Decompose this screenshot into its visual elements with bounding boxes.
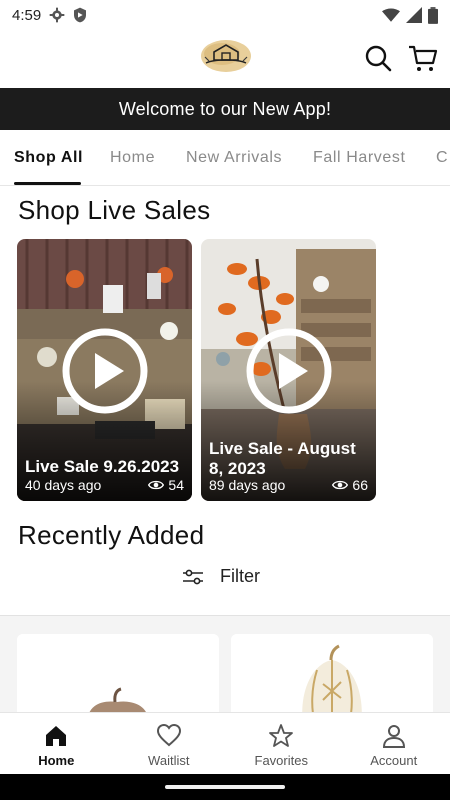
view-count: 54 [148, 477, 184, 493]
bottom-nav: Home Waitlist Favorites Account [0, 712, 450, 774]
view-count-value: 54 [168, 477, 184, 493]
nav-home[interactable]: Home [0, 713, 113, 774]
signal-icon [406, 7, 422, 23]
nav-account-label: Account [370, 753, 418, 768]
view-count: 66 [332, 477, 368, 493]
live-sale-age: 89 days ago [209, 477, 286, 493]
battery-icon [428, 6, 438, 24]
recently-added-title: Recently Added [18, 520, 205, 550]
product-card[interactable] [231, 634, 433, 724]
live-sale-meta: 40 days ago 54 [25, 477, 184, 493]
home-gesture-bar[interactable] [165, 785, 285, 789]
tab-new-arrivals[interactable]: New Arrivals [186, 149, 282, 167]
live-sale-meta: 89 days ago 66 [209, 477, 368, 493]
play-icon[interactable] [245, 327, 333, 415]
eye-icon [332, 480, 349, 490]
nav-favorites-label: Favorites [254, 753, 308, 768]
account-icon [382, 725, 405, 748]
heart-icon [156, 723, 181, 747]
cart-icon[interactable] [408, 44, 438, 72]
product-card[interactable] [17, 634, 219, 724]
product-image [17, 634, 219, 724]
live-sale-title: Live Sale 9.26.2023 [25, 457, 180, 476]
eye-icon [148, 480, 165, 490]
filter-button[interactable]: Filter [182, 566, 260, 587]
product-image [231, 634, 433, 724]
settings-icon [49, 7, 65, 23]
live-sale-card[interactable]: Live Sale 9.26.2023 40 days ago 54 [17, 239, 192, 501]
tab-home[interactable]: Home [110, 149, 155, 167]
filter-label: Filter [220, 566, 260, 586]
sliders-icon [183, 569, 203, 584]
nav-account[interactable]: Account [338, 713, 450, 774]
live-sales-title: Shop Live Sales [18, 195, 211, 225]
star-icon [269, 724, 294, 747]
search-icon[interactable] [364, 44, 392, 72]
status-time: 4:59 [12, 6, 42, 24]
play-icon[interactable] [61, 327, 149, 415]
nav-favorites[interactable]: Favorites [225, 713, 338, 774]
store-logo[interactable] [200, 38, 252, 74]
banner-text: Welcome to our New App! [118, 98, 332, 119]
welcome-banner: Welcome to our New App! [0, 88, 450, 130]
nav-waitlist-label: Waitlist [148, 753, 190, 768]
tab-more[interactable]: C [436, 149, 448, 167]
system-nav-bar [0, 774, 450, 800]
view-count-value: 66 [352, 477, 368, 493]
wifi-icon [382, 8, 400, 22]
home-icon [46, 726, 67, 746]
category-tabs: Shop All Home New Arrivals Fall Harvest … [0, 130, 450, 186]
tab-fall-harvest[interactable]: Fall Harvest [313, 149, 406, 167]
live-sale-title: Live Sale - August 8, 2023 [209, 439, 356, 478]
status-bar: 4:59 [0, 0, 450, 30]
nav-waitlist[interactable]: Waitlist [113, 713, 226, 774]
nav-home-label: Home [38, 753, 75, 768]
tab-shop-all[interactable]: Shop All [14, 149, 83, 167]
active-tab-indicator [14, 182, 81, 185]
live-sale-card[interactable]: Live Sale - August 8, 2023 89 days ago 6… [201, 239, 376, 501]
app-header [0, 30, 450, 88]
live-sale-age: 40 days ago [25, 477, 102, 493]
shield-icon [74, 7, 87, 23]
